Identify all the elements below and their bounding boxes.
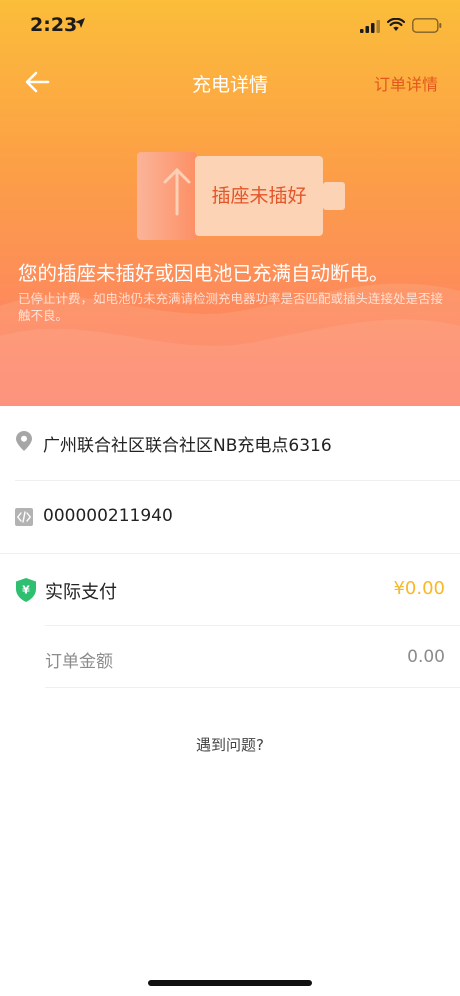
divider (45, 687, 460, 688)
battery-icon (412, 18, 442, 33)
location-pin-icon (16, 431, 32, 451)
location-arrow-icon (75, 18, 85, 28)
divider (0, 553, 460, 554)
home-indicator (148, 980, 312, 986)
status-headline: 您的插座未插好或因电池已充满自动断电。 (18, 262, 389, 285)
report-problem-link[interactable]: 遇到问题? (0, 734, 460, 755)
charging-station-location: 广州联合社区联合社区NB充电点6316 (43, 436, 332, 456)
plug-status-label: 插座未插好 (211, 185, 307, 207)
actual-payment-label: 实际支付 (45, 582, 117, 603)
wifi-icon (387, 18, 405, 31)
device-code: 000000211940 (43, 506, 173, 526)
order-amount-value: 0.00 (407, 647, 445, 667)
order-amount-label: 订单金额 (45, 652, 113, 672)
order-details-link[interactable]: 订单详情 (374, 71, 438, 95)
status-description: 已停止计费，如电池仍未充满请检测充电器功率是否匹配或插头连接处是否接触不良。 (18, 291, 444, 323)
code-icon (15, 508, 33, 526)
svg-text:¥: ¥ (22, 584, 30, 597)
actual-payment-value: ¥0.00 (393, 578, 445, 599)
status-bar: 2:23 (0, 0, 460, 58)
header-banner: 2:23 充电详情 订单详情 插座未插好 您的插座未插好或因电池已充满自动断电。… (0, 0, 460, 406)
divider (15, 480, 460, 481)
cellular-signal-icon (360, 20, 380, 33)
wave-decoration (0, 283, 460, 406)
divider (45, 625, 460, 626)
status-time: 2:23 (30, 14, 78, 36)
shield-yen-icon: ¥ (16, 578, 36, 602)
